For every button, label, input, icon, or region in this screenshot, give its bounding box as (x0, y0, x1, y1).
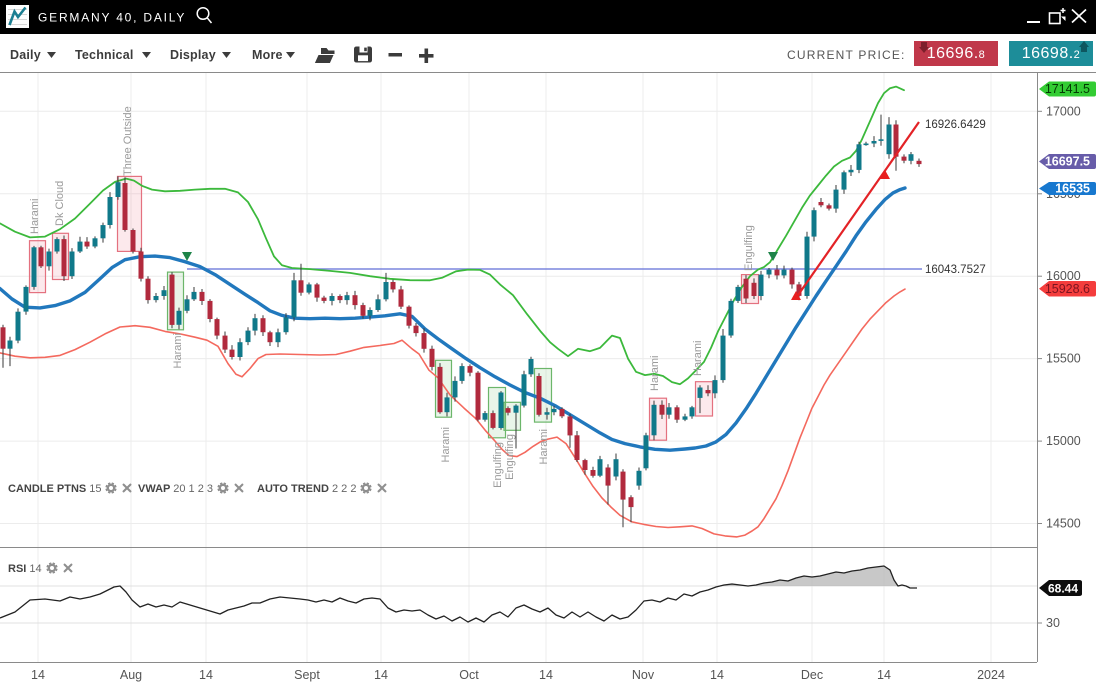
svg-text:15928.6: 15928.6 (1045, 282, 1090, 296)
svg-text:Harami: Harami (649, 356, 661, 391)
svg-text:GERMANY 40, DAILY: GERMANY 40, DAILY (38, 11, 186, 25)
svg-text:Nov: Nov (632, 668, 655, 682)
svg-text:Engulfing: Engulfing (492, 442, 504, 488)
svg-text:Dec: Dec (801, 668, 823, 682)
svg-text:68.44: 68.44 (1048, 581, 1078, 595)
svg-text:More: More (252, 48, 283, 62)
svg-text:14: 14 (31, 668, 45, 682)
svg-text:17141.5: 17141.5 (1045, 82, 1090, 96)
svg-text:14: 14 (374, 668, 388, 682)
svg-text:CURRENT PRICE:: CURRENT PRICE: (787, 48, 906, 62)
svg-text:Harami: Harami (440, 427, 452, 462)
svg-text:Harami: Harami (29, 199, 41, 234)
svg-text:16043.7527: 16043.7527 (925, 264, 986, 276)
svg-text:VWAP 20 1 2 3: VWAP 20 1 2 3 (138, 483, 213, 495)
svg-text:Display: Display (170, 48, 216, 62)
svg-text:14: 14 (710, 668, 724, 682)
svg-text:Oct: Oct (459, 668, 479, 682)
svg-text:Daily: Daily (10, 48, 41, 62)
svg-text:Engulfing: Engulfing (504, 434, 516, 480)
svg-text:Harami: Harami (538, 429, 550, 464)
svg-text:14500: 14500 (1046, 517, 1081, 531)
svg-text:17000: 17000 (1046, 104, 1081, 118)
svg-text:Technical: Technical (75, 48, 134, 62)
svg-text:14: 14 (539, 668, 553, 682)
svg-text:AUTO TREND 2 2 2: AUTO TREND 2 2 2 (257, 483, 356, 495)
svg-text:Engulfing: Engulfing (743, 225, 755, 271)
svg-text:14: 14 (877, 668, 891, 682)
svg-text:Sept: Sept (294, 668, 320, 682)
svg-text:30: 30 (1046, 616, 1060, 630)
svg-text:16697.5: 16697.5 (1045, 155, 1090, 169)
svg-text:2024: 2024 (977, 668, 1005, 682)
svg-text:Aug: Aug (120, 668, 142, 682)
svg-text:Dk Cloud: Dk Cloud (54, 181, 66, 226)
svg-text:16535: 16535 (1055, 182, 1090, 196)
svg-text:CANDLE PTNS 15: CANDLE PTNS 15 (8, 483, 102, 495)
svg-text:Harami: Harami (692, 341, 704, 376)
svg-text:Three Outside: Three Outside (122, 106, 134, 176)
svg-text:15000: 15000 (1046, 434, 1081, 448)
svg-text:15500: 15500 (1046, 352, 1081, 366)
svg-text:Harami: Harami (172, 333, 184, 368)
svg-text:14: 14 (199, 668, 213, 682)
svg-text:RSI 14: RSI 14 (8, 563, 42, 575)
svg-text:16926.6429: 16926.6429 (925, 119, 986, 131)
